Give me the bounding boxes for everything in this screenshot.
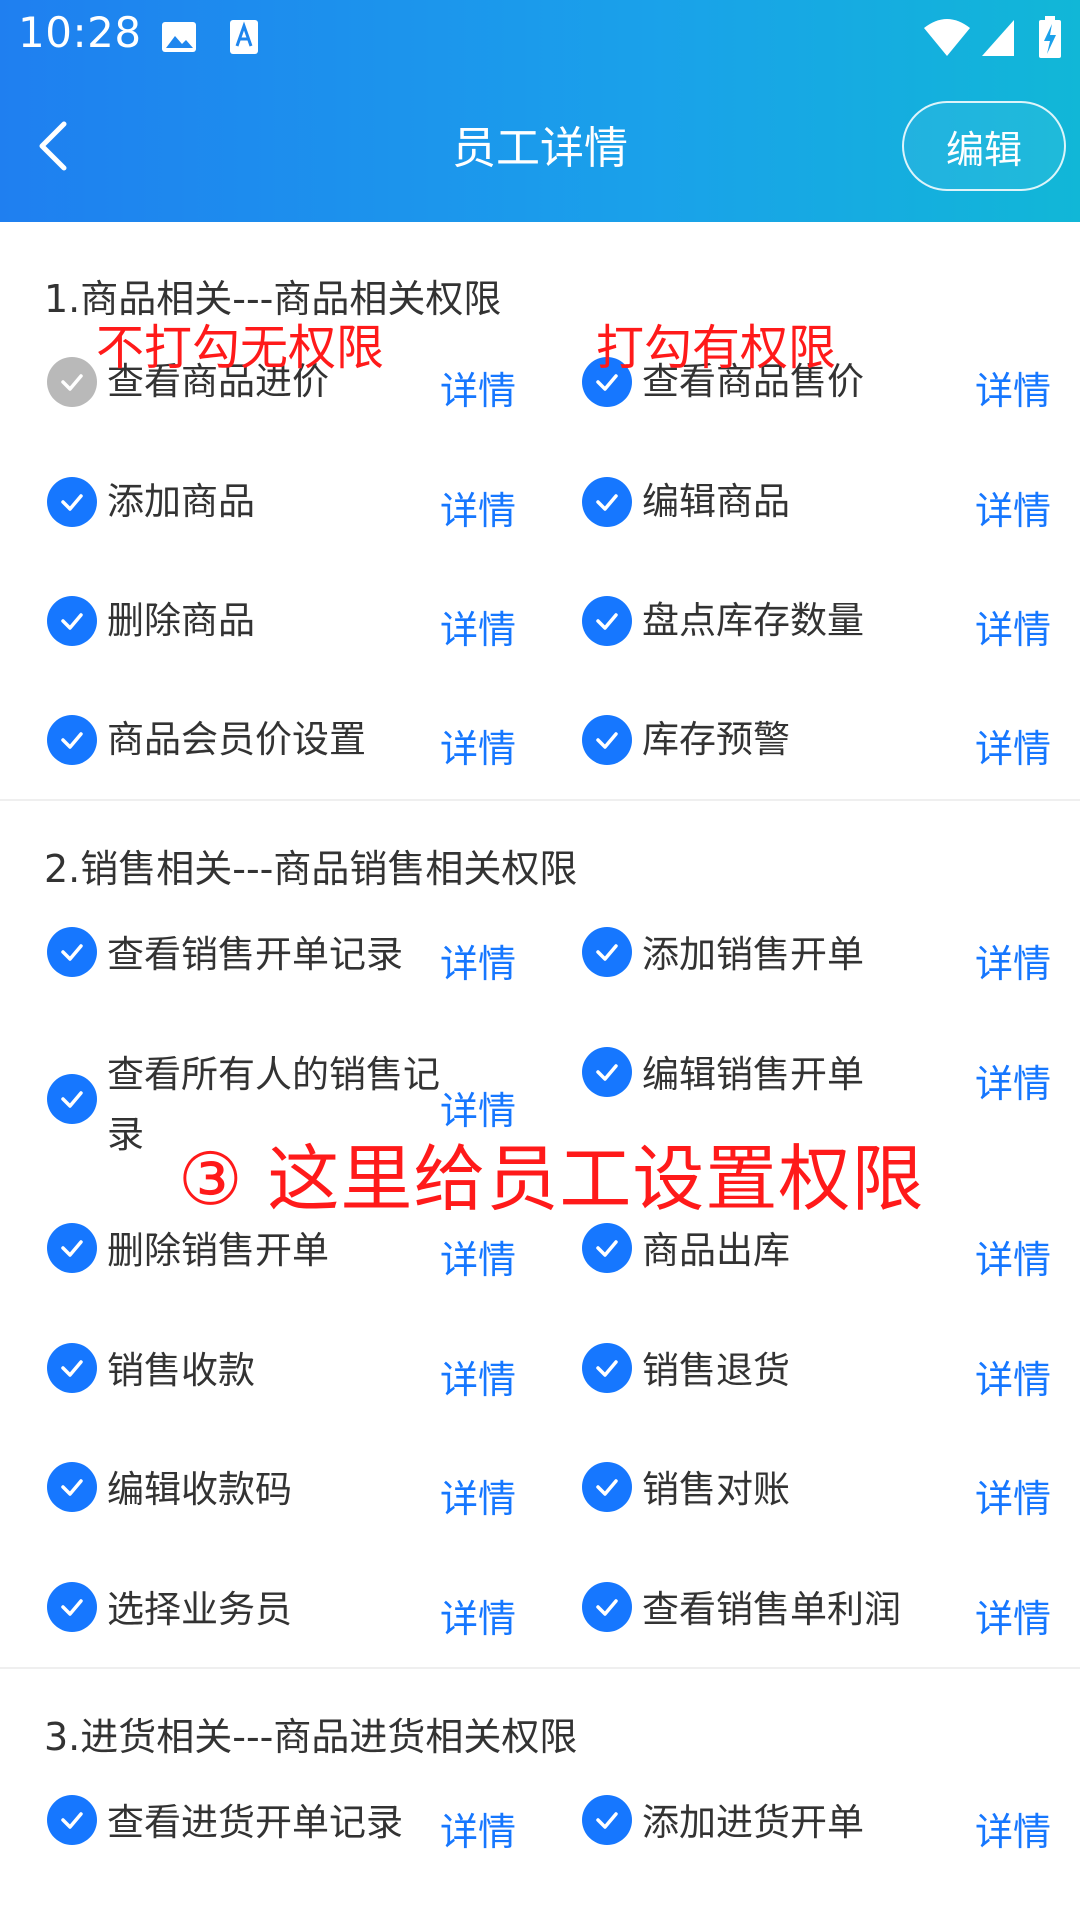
check-icon xyxy=(596,1360,618,1377)
detail-link[interactable]: 详情 xyxy=(975,1588,1051,1643)
checkbox-edit-payment-code[interactable] xyxy=(47,1462,97,1512)
detail-link[interactable]: 详情 xyxy=(975,1053,1051,1108)
edit-button[interactable]: 编辑 xyxy=(902,101,1066,191)
perm-label: 添加销售开单 xyxy=(642,933,864,976)
perm-label: 销售对账 xyxy=(642,1468,790,1511)
checkbox-member-price[interactable] xyxy=(47,715,97,765)
detail-link[interactable]: 详情 xyxy=(440,1468,516,1523)
checkbox-add-goods[interactable] xyxy=(47,477,97,527)
battery-charging-icon xyxy=(1039,16,1061,58)
check-icon xyxy=(61,1240,83,1257)
check-icon xyxy=(61,1812,83,1829)
detail-link[interactable]: 详情 xyxy=(440,360,516,415)
detail-link[interactable]: 详情 xyxy=(975,718,1051,773)
section-divider xyxy=(0,1667,1080,1669)
checkbox-sales-return[interactable] xyxy=(582,1343,632,1393)
checkbox-delete-goods[interactable] xyxy=(47,596,97,646)
detail-link[interactable]: 详情 xyxy=(975,599,1051,654)
check-icon xyxy=(61,1599,83,1616)
detail-link[interactable]: 详情 xyxy=(440,480,516,535)
perm-label: 选择业务员 xyxy=(107,1588,292,1631)
status-bar: 10:28 xyxy=(0,0,1080,74)
check-icon xyxy=(61,1091,83,1108)
perm-label: 删除商品 xyxy=(107,599,255,642)
check-icon xyxy=(61,613,83,630)
checkbox-sales-payment[interactable] xyxy=(47,1343,97,1393)
check-icon xyxy=(61,1479,83,1496)
check-icon xyxy=(596,1479,618,1496)
checkbox-stock-alert[interactable] xyxy=(582,715,632,765)
detail-link[interactable]: 详情 xyxy=(975,1468,1051,1523)
check-icon xyxy=(596,944,618,961)
check-icon xyxy=(596,1812,618,1829)
perm-label: 盘点库存数量 xyxy=(642,599,864,642)
perm-label: 编辑收款码 xyxy=(107,1468,292,1511)
perm-label: 查看进货开单记录 xyxy=(107,1801,403,1844)
perm-label: 销售退货 xyxy=(642,1349,790,1392)
detail-link[interactable]: 详情 xyxy=(440,718,516,773)
annotation-checked-note: 打勾有权限 xyxy=(596,320,837,376)
checkbox-view-all-sales[interactable] xyxy=(47,1074,97,1124)
app-header: 10:28 员工详情 编辑 xyxy=(0,0,1080,222)
checkbox-view-cost-price[interactable] xyxy=(47,357,97,407)
checkbox-sales-reconcile[interactable] xyxy=(582,1462,632,1512)
detail-link[interactable]: 详情 xyxy=(975,1349,1051,1404)
perm-label: 查看销售开单记录 xyxy=(107,933,403,976)
perm-label: 删除销售开单 xyxy=(107,1229,329,1272)
detail-link[interactable]: 详情 xyxy=(440,1229,516,1284)
check-icon xyxy=(596,613,618,630)
detail-link[interactable]: 详情 xyxy=(440,1588,516,1643)
perm-label: 查看销售单利润 xyxy=(642,1588,901,1631)
detail-link[interactable]: 详情 xyxy=(975,1229,1051,1284)
checkbox-edit-goods[interactable] xyxy=(582,477,632,527)
detail-link[interactable]: 详情 xyxy=(975,480,1051,535)
annotation-main-note: ③ 这里给员工设置权限 xyxy=(178,1137,925,1221)
signal-icon xyxy=(982,20,1014,56)
check-icon xyxy=(596,1599,618,1616)
detail-link[interactable]: 详情 xyxy=(440,933,516,988)
detail-link[interactable]: 详情 xyxy=(975,933,1051,988)
perm-label: 销售收款 xyxy=(107,1349,255,1392)
section-title-purchase: 3.进货相关---商品进货相关权限 xyxy=(44,1715,578,1759)
check-icon xyxy=(596,1240,618,1257)
perm-label: 商品出库 xyxy=(642,1229,790,1272)
detail-link[interactable]: 详情 xyxy=(440,1801,516,1856)
wifi-icon xyxy=(924,19,970,56)
check-icon xyxy=(596,494,618,511)
check-icon xyxy=(61,374,83,391)
checkbox-delete-sales-order[interactable] xyxy=(47,1223,97,1273)
checkbox-view-sales-records[interactable] xyxy=(47,927,97,977)
perm-label: 添加商品 xyxy=(107,480,255,523)
image-icon xyxy=(162,22,196,52)
check-icon xyxy=(596,1064,618,1081)
checkbox-stocktake[interactable] xyxy=(582,596,632,646)
checkbox-add-purchase-order[interactable] xyxy=(582,1795,632,1845)
perm-label: 库存预警 xyxy=(642,718,790,761)
detail-link[interactable]: 详情 xyxy=(975,1801,1051,1856)
section-divider xyxy=(0,799,1080,801)
perm-label: 商品会员价设置 xyxy=(107,718,366,761)
check-icon xyxy=(596,732,618,749)
check-icon xyxy=(61,1360,83,1377)
section-title-sales: 2.销售相关---商品销售相关权限 xyxy=(44,847,578,891)
status-time: 10:28 xyxy=(18,8,142,57)
annotation-unchecked-note: 不打勾无权限 xyxy=(96,320,385,376)
checkbox-view-purchase-records[interactable] xyxy=(47,1795,97,1845)
perm-label: 添加进货开单 xyxy=(642,1801,864,1844)
checkbox-goods-outbound[interactable] xyxy=(582,1223,632,1273)
checkbox-select-salesperson[interactable] xyxy=(47,1582,97,1632)
check-icon xyxy=(61,944,83,961)
checkbox-edit-sales-order[interactable] xyxy=(582,1047,632,1097)
detail-link[interactable]: 详情 xyxy=(975,360,1051,415)
check-icon xyxy=(61,732,83,749)
detail-link[interactable]: 详情 xyxy=(440,599,516,654)
checkbox-add-sales-order[interactable] xyxy=(582,927,632,977)
perm-label: 编辑商品 xyxy=(642,480,790,523)
detail-link[interactable]: 详情 xyxy=(440,1349,516,1404)
checkbox-view-sales-profit[interactable] xyxy=(582,1582,632,1632)
text-a-icon xyxy=(230,20,258,54)
perm-label: 编辑销售开单 xyxy=(642,1053,864,1096)
check-icon xyxy=(61,494,83,511)
